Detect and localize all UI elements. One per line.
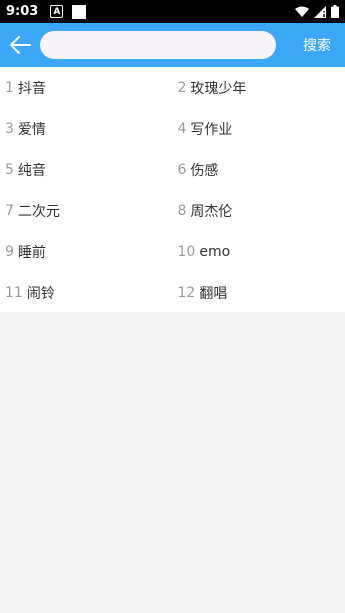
search-toolbar: 搜索 bbox=[0, 23, 345, 67]
hot-search-item[interactable]: 7 二次元 bbox=[0, 190, 173, 231]
status-icons bbox=[295, 5, 339, 18]
hot-search-item[interactable]: 1 抖音 bbox=[0, 67, 173, 108]
hot-search-item[interactable]: 2 玫瑰少年 bbox=[173, 67, 345, 108]
hot-search-term: 伤感 bbox=[190, 162, 219, 179]
hot-search-rank: 10 bbox=[177, 243, 196, 260]
notification-a-icon: A bbox=[50, 5, 64, 18]
hot-search-row: 3 爱情 4 写作业 bbox=[0, 108, 345, 149]
hot-search-row: 1 抖音 2 玫瑰少年 bbox=[0, 67, 345, 108]
hot-search-rank: 5 bbox=[5, 161, 14, 178]
signal-icon bbox=[314, 5, 326, 18]
hot-search-item[interactable]: 5 纯音 bbox=[0, 149, 173, 190]
hot-search-row: 7 二次元 8 周杰伦 bbox=[0, 190, 345, 231]
hot-search-term: 纯音 bbox=[17, 162, 46, 179]
hot-search-item[interactable]: 6 伤感 bbox=[173, 149, 345, 190]
hot-search-term: 周杰伦 bbox=[190, 203, 233, 220]
hot-search-term: 闹铃 bbox=[26, 285, 55, 302]
hot-search-row: 9 睡前 10 emo bbox=[0, 231, 345, 272]
back-arrow-icon bbox=[10, 36, 31, 54]
status-bar: 9:03 A bbox=[0, 0, 345, 23]
status-time: 9:03 bbox=[6, 4, 39, 19]
search-input[interactable] bbox=[40, 31, 276, 59]
hot-search-row: 5 纯音 6 伤感 bbox=[0, 149, 345, 190]
hot-search-item[interactable]: 3 爱情 bbox=[0, 108, 173, 149]
hot-search-item[interactable]: 4 写作业 bbox=[173, 108, 345, 149]
hot-search-term: 玫瑰少年 bbox=[190, 80, 247, 97]
hot-search-rank: 6 bbox=[177, 161, 187, 178]
hot-search-term: 抖音 bbox=[17, 80, 46, 97]
hot-search-row: 11 闹铃 12 翻唱 bbox=[0, 272, 345, 313]
hot-search-rank: 12 bbox=[177, 284, 196, 301]
hot-search-term: emo bbox=[199, 243, 231, 260]
hot-search-rank: 11 bbox=[5, 284, 23, 301]
hot-search-item[interactable]: 12 翻唱 bbox=[173, 272, 345, 313]
hot-search-item[interactable]: 10 emo bbox=[173, 231, 345, 272]
search-button[interactable]: 搜索 bbox=[289, 23, 345, 67]
hot-search-term: 写作业 bbox=[190, 121, 233, 138]
hot-search-term: 爱情 bbox=[17, 121, 46, 138]
hot-search-rank: 9 bbox=[5, 243, 14, 260]
hot-search-rank: 3 bbox=[5, 120, 14, 137]
hot-search-item[interactable]: 9 睡前 bbox=[0, 231, 173, 272]
hot-search-item[interactable]: 11 闹铃 bbox=[0, 272, 173, 313]
hot-search-rank: 7 bbox=[5, 202, 14, 219]
hot-search-term: 翻唱 bbox=[199, 285, 228, 302]
hot-search-term: 二次元 bbox=[17, 203, 60, 220]
hot-search-list: 1 抖音 2 玫瑰少年 3 爱情 4 写作业 5 纯音 6 伤感 7 二次元 8… bbox=[0, 67, 345, 312]
wifi-icon bbox=[295, 6, 309, 17]
hot-search-rank: 4 bbox=[177, 120, 187, 137]
hot-search-rank: 8 bbox=[177, 202, 187, 219]
notification-square-icon bbox=[72, 4, 87, 19]
hot-search-term: 睡前 bbox=[17, 244, 46, 261]
battery-icon bbox=[331, 5, 339, 18]
hot-search-rank: 2 bbox=[177, 79, 187, 96]
back-button[interactable] bbox=[0, 23, 40, 67]
hot-search-rank: 1 bbox=[5, 79, 14, 96]
hot-search-item[interactable]: 8 周杰伦 bbox=[173, 190, 345, 231]
